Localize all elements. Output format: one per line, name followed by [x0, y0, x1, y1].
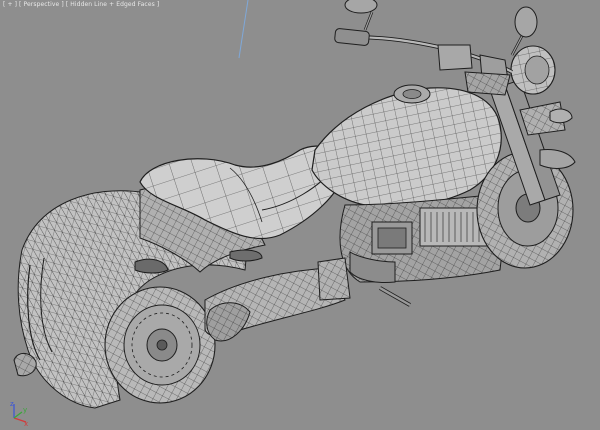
helper-line [238, 0, 249, 59]
label-sep-4: ] [154, 1, 160, 8]
turn-signal [549, 108, 573, 124]
motorcycle-wireframe[interactable] [0, 0, 600, 430]
axis-gizmo: z x y [10, 400, 28, 426]
fuel-tank[interactable] [311, 84, 502, 208]
axis-x-label: x [24, 420, 28, 426]
viewport-shading-mode[interactable]: Hidden Line + Edged Faces [70, 1, 155, 8]
handlebar[interactable] [334, 28, 514, 96]
left-mirror[interactable] [344, 0, 378, 31]
viewport-view-perspective[interactable]: Perspective [24, 1, 60, 8]
3d-viewport[interactable]: [ + ] [ Perspective ] [ Hidden Line + Ed… [0, 0, 600, 430]
viewport-menu-plus[interactable]: [ + ] [3, 1, 17, 8]
axis-z-label: z [10, 400, 14, 408]
axis-y-line [13, 411, 23, 419]
viewport-label[interactable]: [ + ] [ Perspective ] [ Hidden Line + Ed… [3, 1, 159, 8]
headlight[interactable] [510, 45, 556, 95]
rear-wheel[interactable] [104, 286, 216, 404]
axis-y-label: y [23, 406, 27, 414]
